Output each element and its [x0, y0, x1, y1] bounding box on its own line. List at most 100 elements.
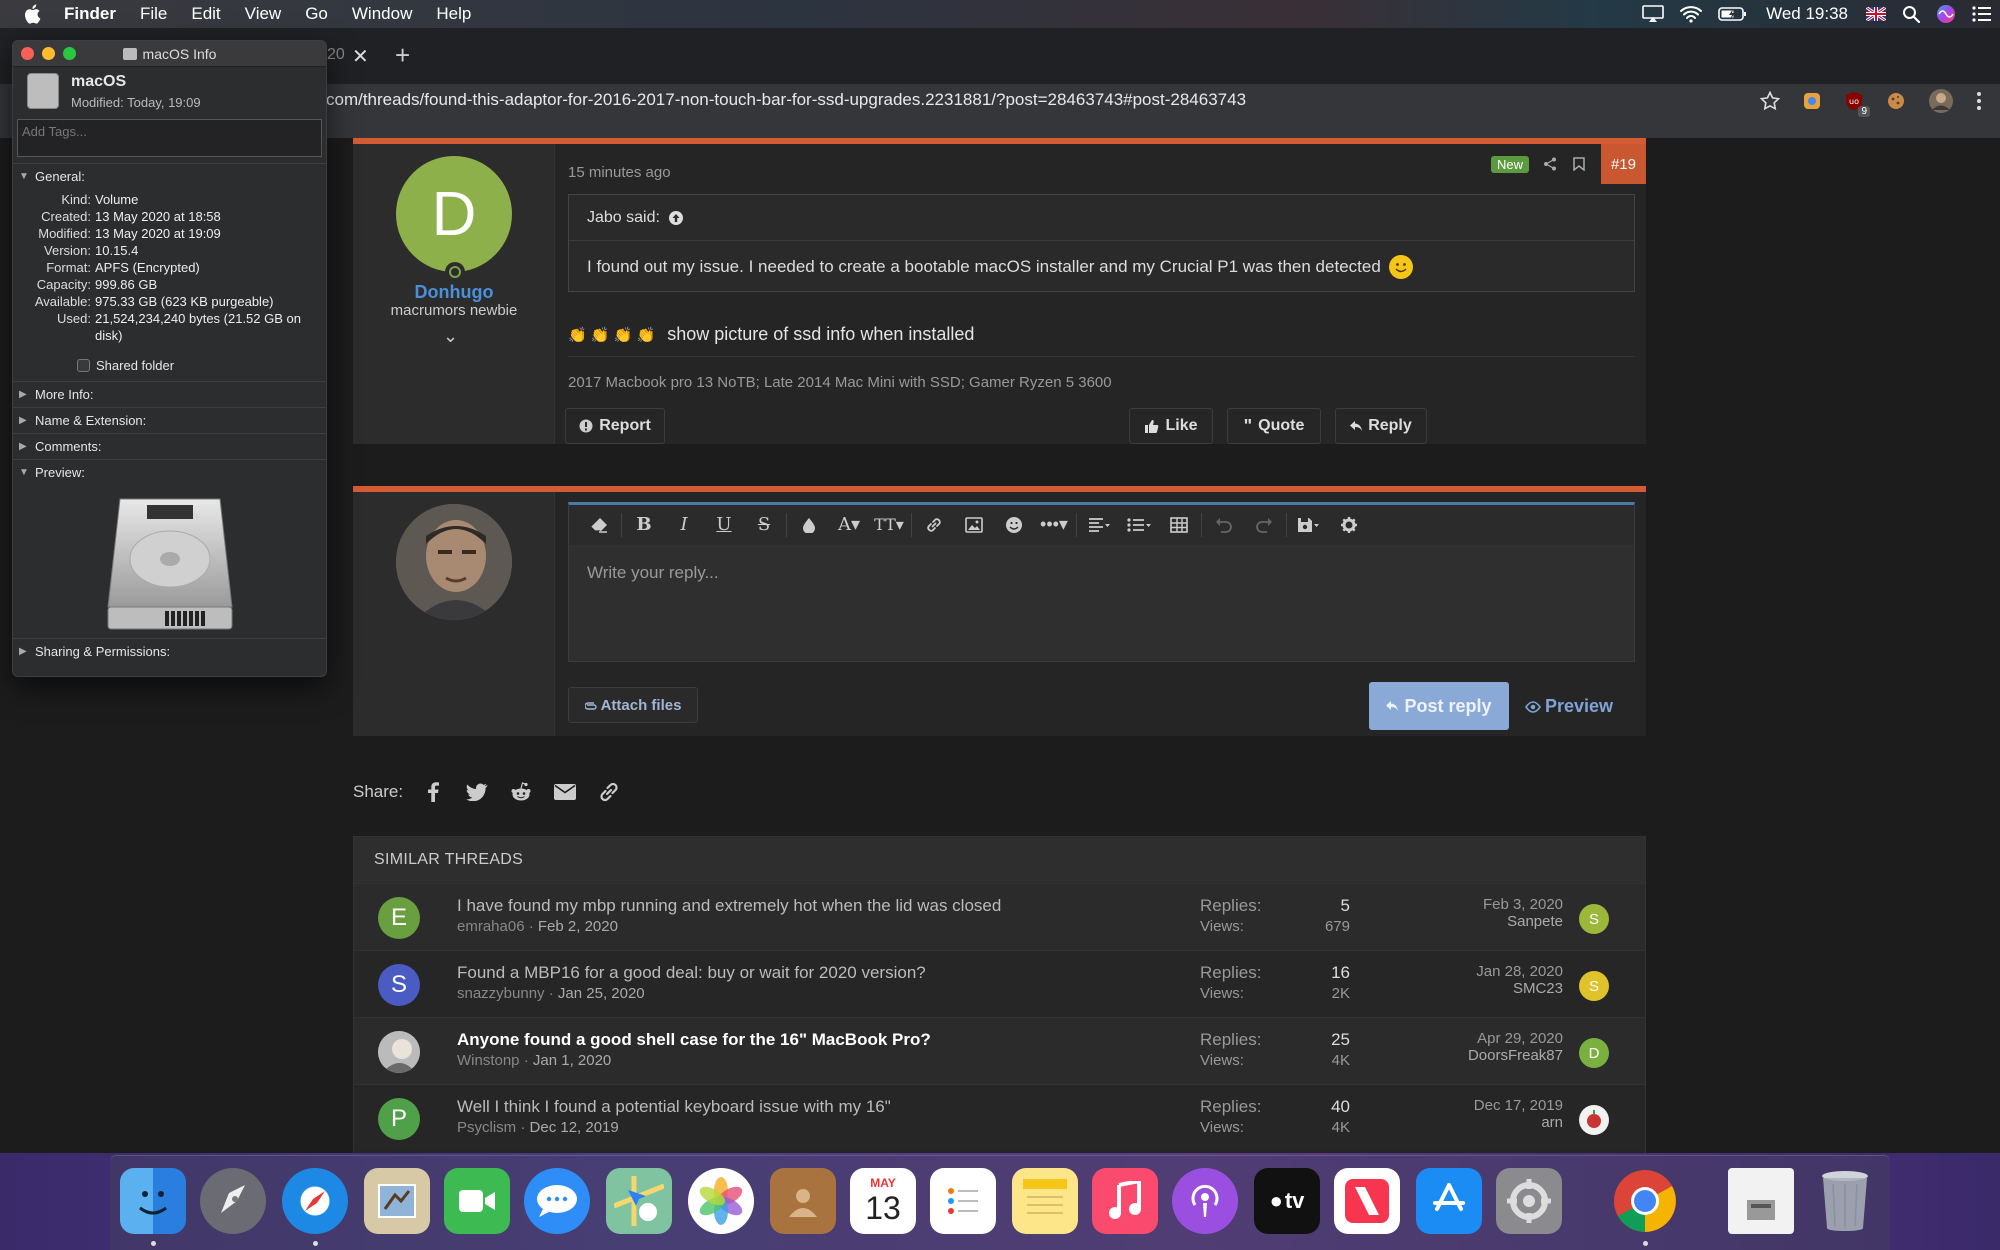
thread-row[interactable]: E I have found my mbp running and extreme… — [354, 883, 1645, 950]
airplay-icon[interactable] — [1634, 5, 1672, 23]
input-source-uk-flag-icon[interactable] — [1858, 7, 1894, 21]
last-post-date[interactable]: Jan 28, 2020 — [1476, 963, 1563, 980]
reminders-icon[interactable] — [930, 1168, 996, 1234]
facetime-icon[interactable] — [444, 1168, 510, 1234]
battery-icon[interactable] — [1710, 6, 1756, 22]
thread-title[interactable]: Well I think I found a potential keyboar… — [457, 1097, 891, 1117]
last-poster-avatar[interactable] — [1579, 1105, 1609, 1135]
thread-starter-avatar[interactable]: S — [378, 964, 420, 1006]
section-sharing-permissions[interactable]: ▶ Sharing & Permissions: — [13, 638, 326, 664]
extension-icon[interactable] — [1802, 91, 1822, 111]
podcasts-icon[interactable] — [1172, 1168, 1238, 1234]
thread-date[interactable]: Jan 25, 2020 — [558, 985, 645, 1002]
thread-row[interactable]: S Found a MBP16 for a good deal: buy or w… — [354, 950, 1645, 1017]
last-post-date[interactable]: Dec 17, 2019 — [1474, 1097, 1563, 1114]
thread-author[interactable]: Winstonp — [457, 1052, 520, 1069]
twitter-icon[interactable] — [463, 778, 491, 806]
quote-button[interactable]: " Quote — [1227, 408, 1321, 444]
menu-help[interactable]: Help — [424, 4, 483, 24]
last-poster[interactable]: DoorsFreak87 — [1468, 1047, 1563, 1064]
section-preview[interactable]: ▼ Preview: — [13, 459, 326, 485]
settings-gear-icon[interactable] — [1329, 505, 1369, 545]
siri-icon[interactable] — [1928, 4, 1964, 24]
last-post-date[interactable]: Apr 29, 2020 — [1468, 1030, 1563, 1047]
spotlight-search-icon[interactable] — [1894, 5, 1928, 23]
last-poster-avatar[interactable]: D — [1579, 1038, 1609, 1068]
photos-icon[interactable] — [688, 1168, 754, 1234]
last-poster[interactable]: arn — [1474, 1114, 1563, 1131]
thread-title[interactable]: I have found my mbp running and extremel… — [457, 896, 1001, 916]
contacts-icon[interactable] — [770, 1168, 836, 1234]
more-options-icon[interactable]: •••▾ — [1034, 505, 1074, 545]
reddit-icon[interactable] — [507, 778, 535, 806]
last-poster-avatar[interactable]: S — [1579, 971, 1609, 1001]
close-tab-icon[interactable]: ✕ — [352, 44, 369, 69]
thread-author[interactable]: emraha06 — [457, 918, 525, 935]
thread-starter-avatar[interactable]: P — [378, 1098, 420, 1140]
ublock-extension-icon[interactable]: uo 9 — [1844, 91, 1870, 117]
shared-folder-checkbox[interactable]: Shared folder — [77, 358, 326, 373]
post-reply-button[interactable]: Post reply — [1369, 682, 1509, 730]
maps-icon[interactable] — [606, 1168, 672, 1234]
system-preferences-icon[interactable] — [1496, 1168, 1562, 1234]
section-name-extension[interactable]: ▶ Name & Extension: — [13, 407, 326, 433]
calendar-icon[interactable]: MAY 13 — [850, 1168, 916, 1234]
safari-icon[interactable] — [282, 1168, 348, 1234]
last-poster-avatar[interactable]: S — [1579, 904, 1609, 934]
section-more-info[interactable]: ▶ More Info: — [13, 381, 326, 407]
url-text[interactable]: com/threads/found-this-adaptor-for-2016-… — [326, 90, 1246, 110]
thread-author[interactable]: Psyclism — [457, 1119, 516, 1136]
menu-go[interactable]: Go — [293, 4, 340, 24]
share-icon[interactable] — [1543, 157, 1557, 171]
menu-window[interactable]: Window — [340, 4, 424, 24]
undo-icon[interactable] — [1204, 505, 1244, 545]
trash-icon[interactable] — [1812, 1168, 1878, 1234]
like-button[interactable]: Like — [1129, 408, 1213, 444]
mail-eagle-icon[interactable] — [364, 1168, 430, 1234]
browser-menu-icon[interactable] — [1976, 91, 1982, 111]
section-general[interactable]: ▼ General: — [13, 163, 326, 189]
thread-starter-avatar[interactable]: E — [378, 897, 420, 939]
font-size-icon[interactable]: TT▾ — [869, 505, 909, 545]
list-icon[interactable] — [1119, 505, 1159, 545]
bookmark-star-icon[interactable] — [1760, 91, 1780, 111]
notification-center-icon[interactable] — [1964, 6, 2000, 22]
my-avatar[interactable] — [396, 504, 512, 620]
chrome-icon[interactable] — [1612, 1168, 1678, 1234]
post-number[interactable]: #19 — [1600, 144, 1646, 184]
thread-title[interactable]: Found a MBP16 for a good deal: buy or wa… — [457, 963, 926, 983]
link-icon[interactable] — [914, 505, 954, 545]
bookmark-icon[interactable] — [1573, 157, 1585, 171]
thread-date[interactable]: Jan 1, 2020 — [533, 1052, 611, 1069]
strikethrough-icon[interactable]: S — [744, 505, 784, 545]
finder-icon[interactable] — [120, 1168, 186, 1234]
underline-icon[interactable]: U — [704, 505, 744, 545]
report-button[interactable]: Report — [565, 408, 665, 444]
menu-app-finder[interactable]: Finder — [52, 4, 128, 24]
menu-edit[interactable]: Edit — [179, 4, 232, 24]
arrow-up-circle-icon[interactable] — [668, 210, 684, 226]
news-icon[interactable] — [1334, 1168, 1400, 1234]
italic-icon[interactable]: I — [664, 505, 704, 545]
last-poster[interactable]: Sanpete — [1483, 913, 1563, 930]
email-icon[interactable] — [551, 778, 579, 806]
cookie-extension-icon[interactable] — [1886, 91, 1906, 111]
facebook-icon[interactable] — [419, 778, 447, 806]
last-post-date[interactable]: Feb 3, 2020 — [1483, 896, 1563, 913]
save-draft-icon[interactable] — [1289, 505, 1329, 545]
post-username[interactable]: Donhugo — [353, 282, 555, 303]
new-tab-icon[interactable]: + — [395, 40, 410, 71]
user-avatar[interactable]: D — [396, 156, 512, 272]
apple-menu-icon[interactable] — [12, 4, 52, 24]
music-icon[interactable] — [1092, 1168, 1158, 1234]
wifi-icon[interactable] — [1672, 5, 1710, 23]
redo-icon[interactable] — [1244, 505, 1284, 545]
font-family-icon[interactable]: A▾ — [829, 505, 869, 545]
menu-file[interactable]: File — [128, 4, 179, 24]
thread-author[interactable]: snazzybunny — [457, 985, 545, 1002]
thread-date[interactable]: Feb 2, 2020 — [538, 918, 618, 935]
bold-icon[interactable]: B — [624, 505, 664, 545]
thread-date[interactable]: Dec 12, 2019 — [530, 1119, 619, 1136]
text-color-drop-icon[interactable] — [789, 505, 829, 545]
section-comments[interactable]: ▶ Comments: — [13, 433, 326, 459]
